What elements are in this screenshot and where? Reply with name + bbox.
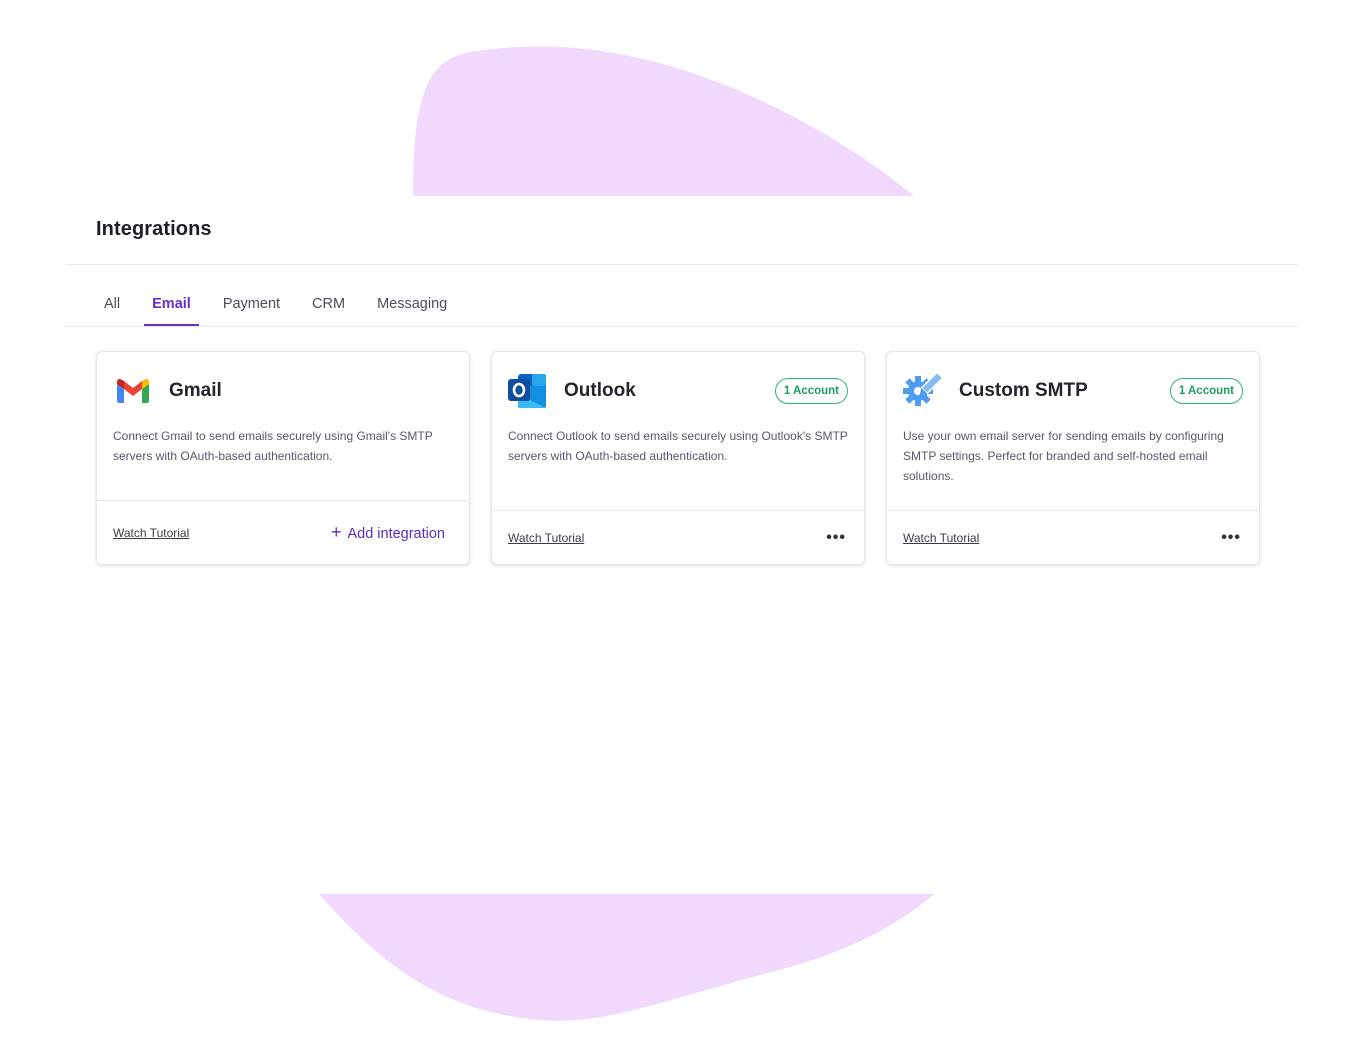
- watch-tutorial-link[interactable]: Watch Tutorial: [113, 526, 189, 540]
- watch-tutorial-link[interactable]: Watch Tutorial: [903, 531, 979, 545]
- integrations-panel: Integrations All Email Payment CRM Messa…: [66, 196, 1298, 894]
- panel-header: Integrations: [66, 196, 1298, 265]
- add-integration-label: Add integration: [347, 526, 445, 542]
- card-description: Use your own email server for sending em…: [903, 429, 1224, 483]
- tab-messaging[interactable]: Messaging: [369, 265, 455, 326]
- tab-payment[interactable]: Payment: [215, 265, 288, 326]
- account-count-badge: 1 Account: [774, 378, 848, 404]
- smtp-gear-icon: [903, 371, 943, 411]
- integration-tabs: All Email Payment CRM Messaging: [66, 265, 1298, 327]
- tab-email[interactable]: Email: [144, 265, 199, 326]
- integration-card-gmail: Gmail Connect Gmail to send emails secur…: [96, 351, 470, 565]
- more-icon[interactable]: •••: [1221, 529, 1243, 547]
- card-description: Connect Outlook to send emails securely …: [508, 429, 848, 463]
- gmail-icon: [113, 371, 153, 411]
- outlook-icon: [508, 371, 548, 411]
- integration-cards: Gmail Connect Gmail to send emails secur…: [96, 351, 1260, 565]
- integration-card-custom-smtp: Custom SMTP 1 Account Use your own email…: [886, 351, 1260, 565]
- card-description: Connect Gmail to send emails securely us…: [113, 429, 433, 463]
- card-footer: Watch Tutorial •••: [492, 510, 864, 564]
- watch-tutorial-link[interactable]: Watch Tutorial: [508, 531, 584, 545]
- card-title: Gmail: [169, 380, 222, 401]
- card-footer: Watch Tutorial •••: [887, 510, 1259, 564]
- add-integration-button[interactable]: + Add integration: [331, 522, 453, 543]
- card-footer: Watch Tutorial + Add integration: [97, 500, 469, 564]
- account-count-badge: 1 Account: [1169, 378, 1243, 404]
- integration-card-outlook: Outlook 1 Account Connect Outlook to sen…: [491, 351, 865, 565]
- card-title: Custom SMTP: [959, 380, 1088, 401]
- tab-crm[interactable]: CRM: [304, 265, 353, 326]
- more-icon[interactable]: •••: [826, 529, 848, 547]
- tab-all[interactable]: All: [96, 265, 128, 326]
- card-title: Outlook: [564, 380, 636, 401]
- page-title: Integrations: [96, 218, 212, 240]
- plus-icon: +: [330, 522, 342, 542]
